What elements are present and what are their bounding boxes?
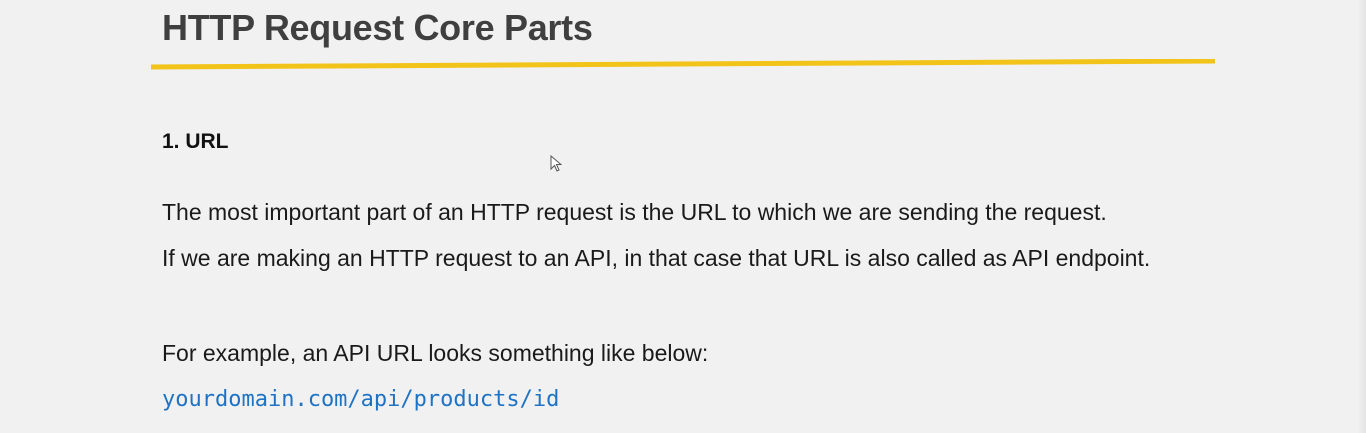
page-edge-shadow xyxy=(1358,0,1366,433)
example-intro: For example, an API URL looks something … xyxy=(162,340,709,366)
example-url: yourdomain.com/api/products/id xyxy=(162,387,560,412)
section-heading: 1. URL xyxy=(162,130,229,153)
slide-title: HTTP Request Core Parts xyxy=(162,7,593,48)
title-underline xyxy=(151,59,1215,70)
slide: HTTP Request Core Parts 1. URL The most … xyxy=(0,0,1366,433)
paragraph-line: The most important part of an HTTP reque… xyxy=(162,199,1107,225)
mouse-pointer-icon xyxy=(550,155,562,172)
paragraph-line: If we are making an HTTP request to an A… xyxy=(162,245,1151,271)
